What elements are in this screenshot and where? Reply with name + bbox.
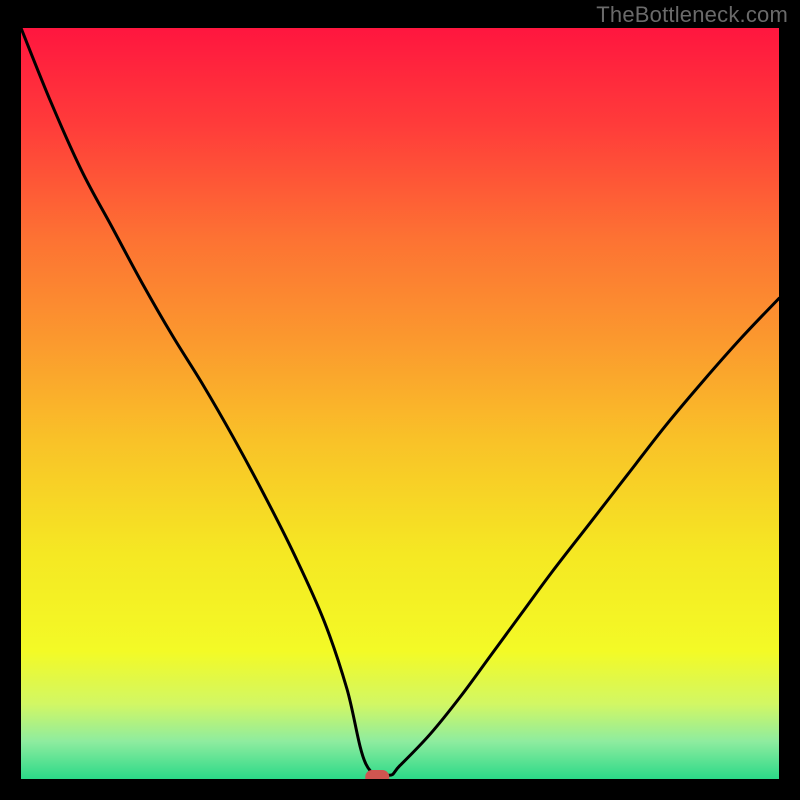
watermark-label: TheBottleneck.com	[596, 2, 788, 28]
plot-svg	[21, 28, 779, 779]
chart-frame: TheBottleneck.com	[0, 0, 800, 800]
plot-area	[21, 28, 779, 779]
gradient-background	[21, 28, 779, 779]
min-marker	[365, 770, 389, 779]
